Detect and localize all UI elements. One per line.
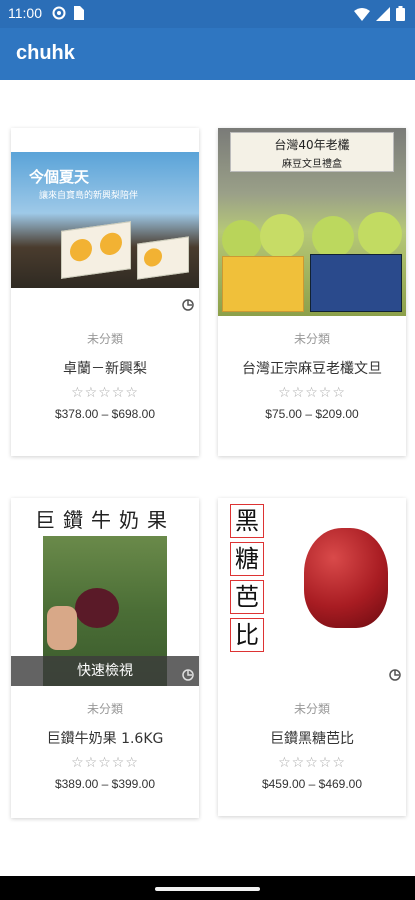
- status-left-icons: [52, 6, 84, 20]
- product-category[interactable]: 未分類: [218, 700, 406, 717]
- title-char: 黑: [230, 504, 264, 538]
- product-name[interactable]: 巨鑽牛奶果 1.6KG: [21, 729, 189, 749]
- product-grid: 今個夏天 讓來自寶島的新興梨陪伴 未分類 卓蘭－新興梨 ☆☆☆☆☆ $378.0…: [0, 80, 415, 876]
- settings-icon: [52, 6, 66, 20]
- app-title: chuhk: [16, 42, 75, 64]
- star-rating: ☆☆☆☆☆: [71, 385, 139, 401]
- vertical-title: 黑 糖 芭 比: [230, 504, 264, 652]
- banner-title: 今個夏天: [29, 168, 90, 186]
- star-rating: ☆☆☆☆☆: [71, 755, 139, 771]
- star-rating: ☆☆☆☆☆: [278, 755, 346, 771]
- title-char: 比: [230, 618, 264, 652]
- wax-apple-photo: [304, 528, 388, 628]
- battery-icon: [396, 6, 405, 21]
- status-time: 11:00: [8, 5, 42, 21]
- product-card[interactable]: 台灣40年老欉 麻豆文旦禮盒 未分類 台灣正宗麻豆老欉文旦 ☆☆☆☆☆ $75.…: [218, 128, 406, 456]
- pomelo-photo: 台灣40年老欉 麻豆文旦禮盒: [218, 128, 406, 316]
- product-image[interactable]: 黑 糖 芭 比: [218, 498, 406, 686]
- sign-board: 台灣40年老欉 麻豆文旦禮盒: [230, 132, 394, 172]
- banner-title: 台灣40年老欉: [274, 138, 350, 152]
- banner-subtitle: 讓來自寶島的新興梨陪伴: [39, 191, 139, 201]
- product-image[interactable]: 巨鑽牛奶果 快速檢視: [11, 498, 199, 686]
- sim-card-icon: [74, 6, 84, 20]
- product-image[interactable]: 台灣40年老欉 麻豆文旦禮盒: [218, 128, 406, 316]
- product-name[interactable]: 巨鑽黑糖芭比: [228, 729, 396, 749]
- product-category[interactable]: 未分類: [11, 330, 199, 347]
- status-bar: 11:00: [0, 0, 415, 28]
- product-card[interactable]: 今個夏天 讓來自寶島的新興梨陪伴 未分類 卓蘭－新興梨 ☆☆☆☆☆ $378.0…: [11, 128, 199, 456]
- product-image[interactable]: 今個夏天 讓來自寶島的新興梨陪伴: [11, 128, 199, 316]
- product-category[interactable]: 未分類: [218, 330, 406, 347]
- compare-icon[interactable]: [181, 668, 195, 682]
- product-price: $459.00 – $469.00: [261, 777, 363, 791]
- title-char: 糖: [230, 542, 264, 576]
- signal-icon: [376, 6, 390, 21]
- product-name[interactable]: 卓蘭－新興梨: [21, 359, 189, 379]
- product-name[interactable]: 台灣正宗麻豆老欉文旦: [228, 359, 396, 379]
- banner-subtitle: 麻豆文旦禮盒: [282, 159, 342, 170]
- product-price: $389.00 – $399.00: [54, 777, 156, 791]
- star-rating: ☆☆☆☆☆: [278, 385, 346, 401]
- gift-box: [61, 221, 131, 279]
- compare-icon[interactable]: [181, 298, 195, 312]
- app-bar: chuhk: [0, 28, 415, 80]
- product-price: $378.00 – $698.00: [54, 407, 156, 421]
- banner-title: 巨鑽牛奶果: [35, 508, 175, 532]
- wifi-icon: [354, 7, 370, 21]
- navigation-bar: [0, 876, 415, 900]
- gift-box-small: [137, 236, 189, 280]
- product-price: $75.00 – $209.00: [265, 407, 359, 421]
- product-category[interactable]: 未分類: [11, 700, 199, 717]
- status-right-icons: [354, 6, 405, 21]
- product-card[interactable]: 黑 糖 芭 比 未分類 巨鑽黑糖芭比 ☆☆☆☆☆ $459.00 – $469.…: [218, 498, 406, 816]
- pear-banner: 今個夏天 讓來自寶島的新興梨陪伴: [11, 152, 199, 288]
- quick-view-button[interactable]: 快速檢視: [11, 656, 199, 686]
- product-card[interactable]: 巨鑽牛奶果 快速檢視 未分類 巨鑽牛奶果 1.6KG ☆☆☆☆☆ $389.00…: [11, 498, 199, 818]
- compare-icon[interactable]: [388, 668, 402, 682]
- home-gesture-handle[interactable]: [155, 887, 260, 891]
- title-char: 芭: [230, 580, 264, 614]
